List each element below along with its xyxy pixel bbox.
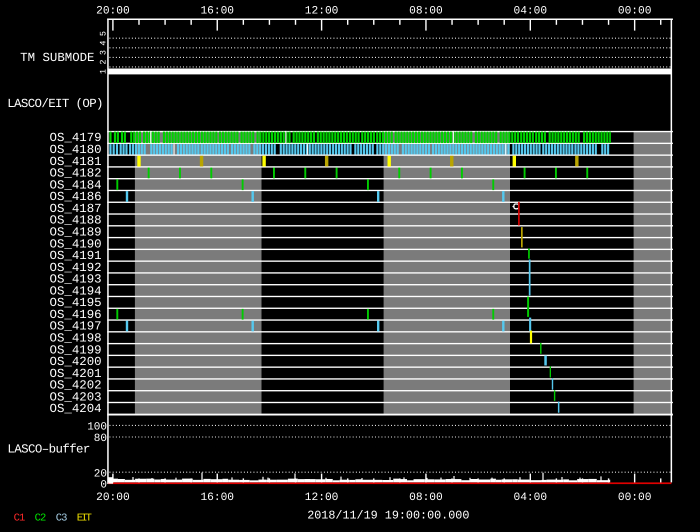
svg-text:4: 4 [99,41,109,46]
svg-text:20:00: 20:00 [96,6,130,18]
svg-text:2: 2 [99,60,109,65]
svg-text:C1: C1 [14,513,25,525]
svg-text:08:00: 08:00 [409,492,443,504]
svg-text:12:00: 12:00 [305,6,339,18]
svg-text:100: 100 [87,422,107,434]
svg-text:LASCO–buffer: LASCO–buffer [7,442,90,456]
svg-text:04:00: 04:00 [514,492,548,504]
svg-text:0: 0 [100,480,107,492]
svg-text:00:00: 00:00 [618,6,652,18]
svg-text:12:00: 12:00 [305,492,339,504]
svg-text:20:00: 20:00 [96,492,130,504]
svg-text:20: 20 [94,468,107,480]
svg-text:5: 5 [99,31,109,36]
svg-text:2018/11/19 19:00:00.000: 2018/11/19 19:00:00.000 [307,508,469,522]
svg-text:LASCO/EIT (OP): LASCO/EIT (OP) [7,97,103,111]
svg-text:C2: C2 [35,513,46,525]
svg-text:OS_4204: OS_4204 [50,402,102,416]
svg-text:04:00: 04:00 [514,6,548,18]
svg-text:16:00: 16:00 [200,6,234,18]
svg-text:16:00: 16:00 [200,492,234,504]
svg-text:EIT: EIT [77,513,92,525]
svg-text:3: 3 [99,50,109,55]
svg-text:1: 1 [99,69,109,74]
svg-text:00:00: 00:00 [618,492,652,504]
svg-text:08:00: 08:00 [409,6,443,18]
svg-text:80: 80 [94,433,107,445]
svg-text:C3: C3 [56,513,67,525]
svg-text:TM SUBMODE: TM SUBMODE [20,51,94,65]
